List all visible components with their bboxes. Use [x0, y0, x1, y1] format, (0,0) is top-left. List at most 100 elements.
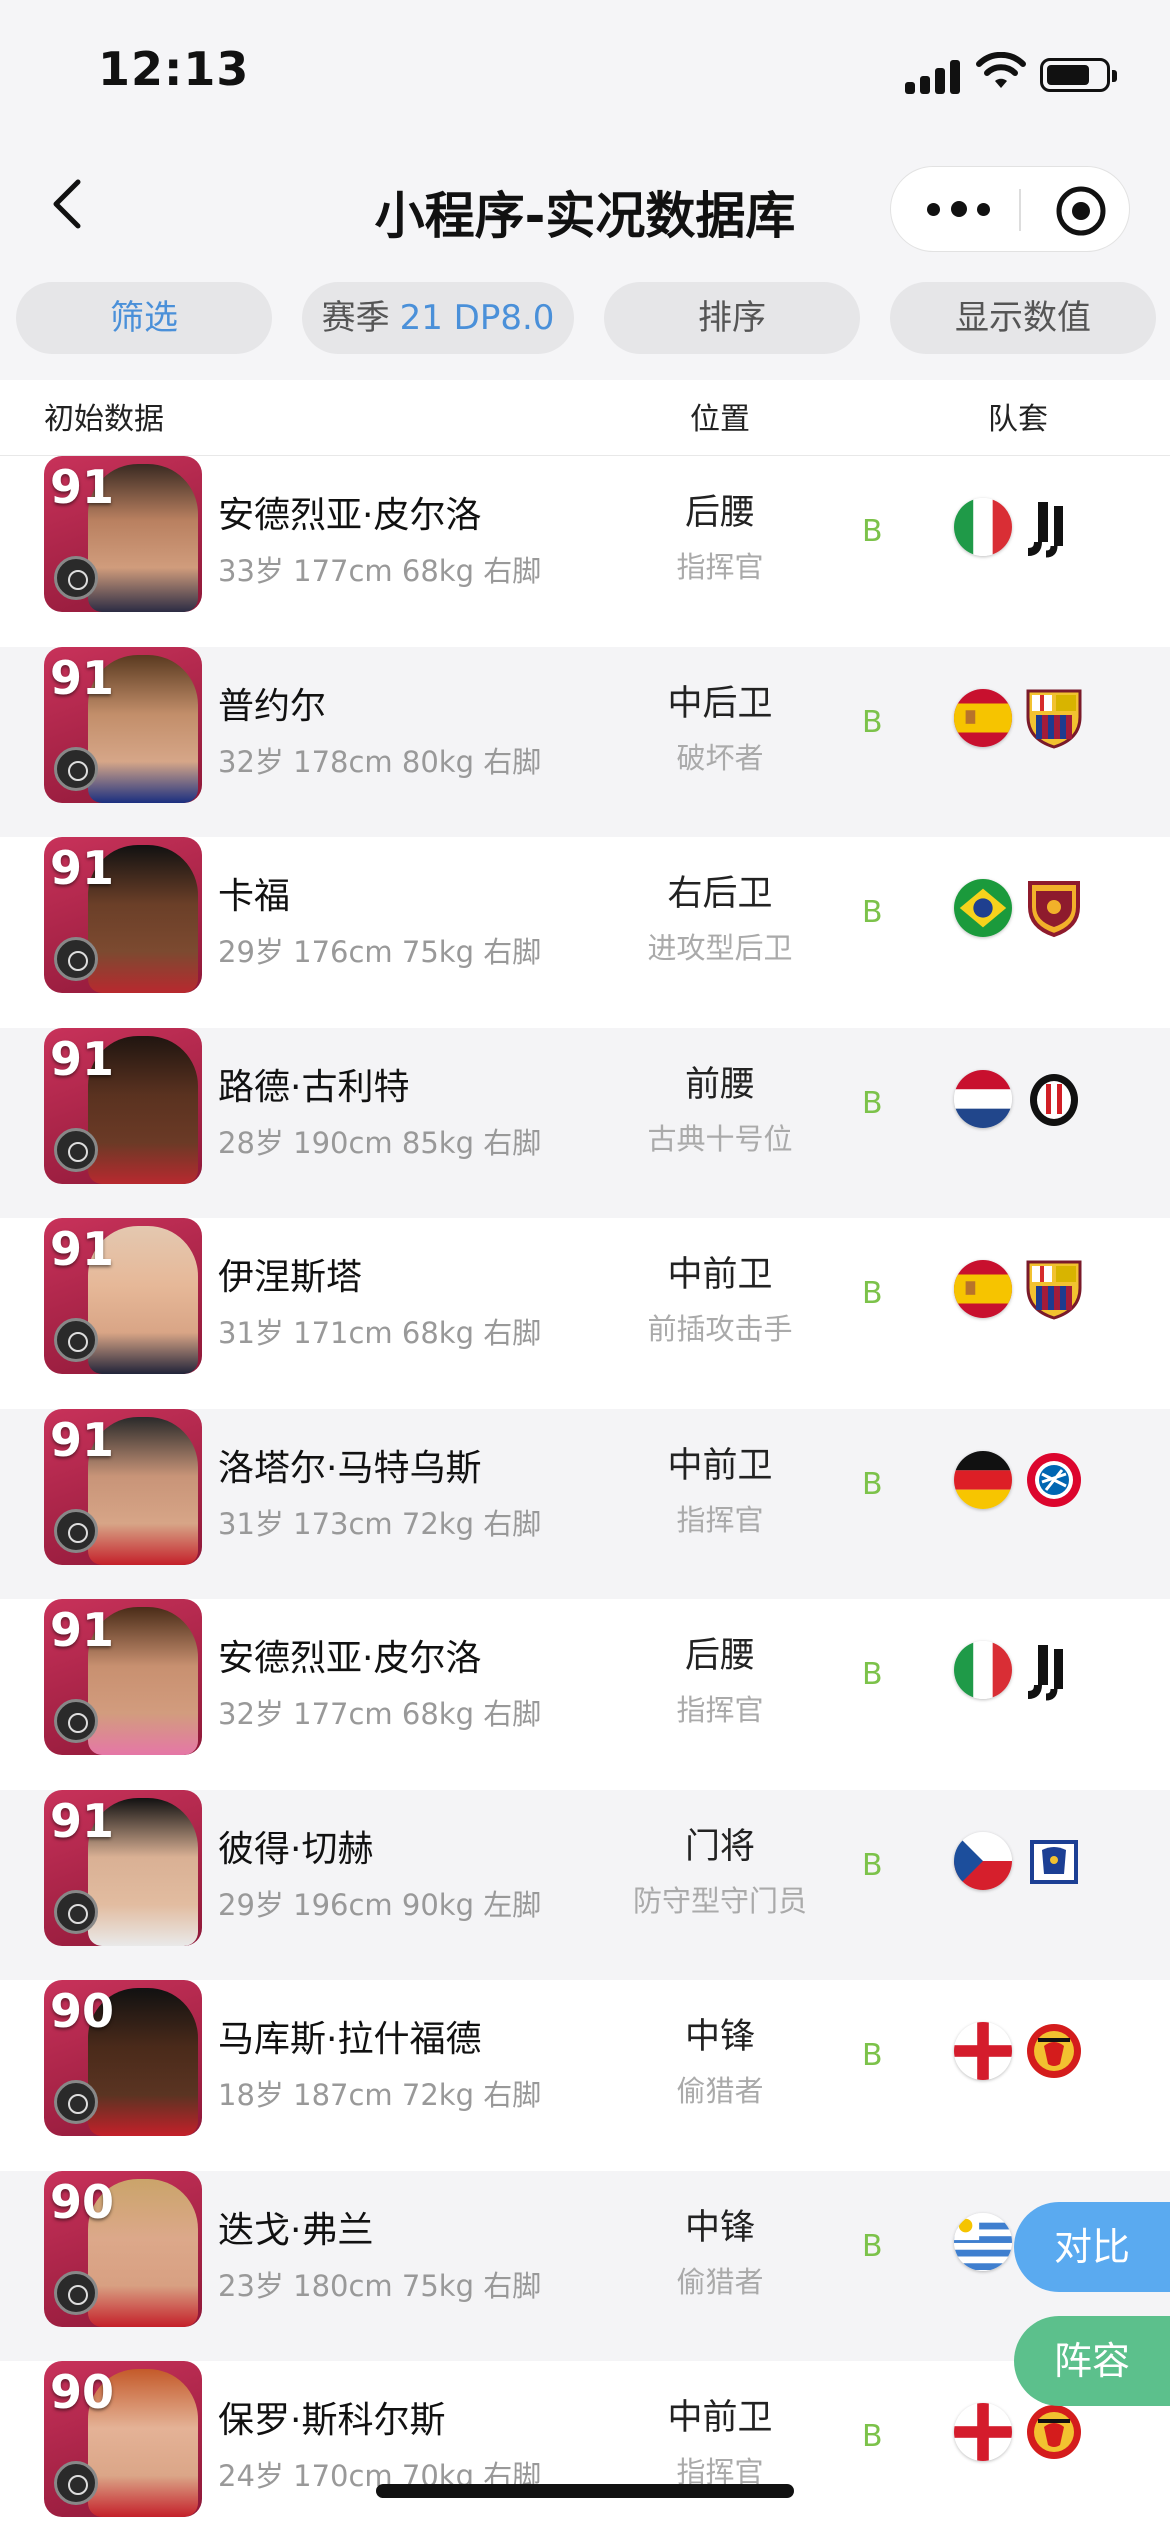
season-label: 赛季	[321, 298, 390, 338]
player-role: 指挥官	[676, 1502, 764, 1537]
player-card: 91	[44, 646, 202, 803]
card-type-badge-icon	[54, 1889, 98, 1934]
player-name: 彼得·切赫	[218, 1828, 374, 1870]
player-position: 中前卫	[667, 1445, 773, 1486]
brazil-flag-icon	[954, 879, 1012, 937]
player-name: 保罗·斯科尔斯	[218, 2400, 446, 2441]
player-rating: 90	[50, 2365, 115, 2419]
player-role: 破坏者	[676, 740, 764, 775]
player-rating: 91	[50, 841, 115, 895]
player-grade: B	[862, 514, 883, 549]
column-header: 初始数据 位置 队套	[0, 380, 1170, 456]
status-bar: 12:13	[0, 0, 1170, 140]
player-info: 23岁 180cm 75kg 右脚	[218, 2268, 542, 2303]
player-grade: B	[862, 704, 883, 740]
season-button[interactable]: 赛季 21 DP8.0	[302, 282, 574, 354]
player-position: 右后卫	[667, 874, 773, 914]
column-position[interactable]: 位置	[690, 394, 750, 438]
card-type-badge-icon	[54, 1127, 98, 1172]
player-row[interactable]: 90 保罗·斯科尔斯 24岁 170cm 70kg 右脚 中前卫 指挥官 B	[0, 2361, 1170, 2532]
player-card: 90	[44, 2361, 202, 2517]
player-position: 中前卫	[667, 1255, 773, 1295]
player-info: 33岁 177cm 68kg 右脚	[218, 554, 542, 588]
player-row[interactable]: 91 洛塔尔·马特乌斯 31岁 173cm 72kg 右脚 中前卫 指挥官 B	[0, 1408, 1170, 1599]
player-name: 马库斯·拉什福德	[218, 2019, 482, 2060]
spain-flag-icon	[954, 688, 1012, 747]
player-rating: 91	[50, 1412, 115, 1467]
player-role: 偷猎者	[676, 2264, 764, 2299]
player-card: 91	[44, 1027, 202, 1184]
player-row[interactable]: 90 马库斯·拉什福德 18岁 187cm 72kg 右脚 中锋 偷猎者 B	[0, 1980, 1170, 2170]
player-name: 迭戈·弗兰	[218, 2209, 374, 2251]
player-card: 91	[44, 1408, 202, 1565]
player-card: 90	[44, 1980, 202, 2136]
miniprogram-capsule	[890, 166, 1130, 252]
italy-flag-icon	[954, 498, 1012, 556]
player-row[interactable]: 91 彼得·切赫 29岁 196cm 90kg 左脚 门将 防守型守门员 B	[0, 1789, 1170, 1980]
player-role: 前插攻击手	[647, 1312, 793, 1346]
man-utd-crest-icon	[1024, 2401, 1084, 2463]
barcelona-crest-icon	[1024, 687, 1084, 749]
player-info: 32岁 178cm 80kg 右脚	[218, 744, 542, 779]
player-name: 安德烈亚·皮尔洛	[218, 1638, 482, 1679]
italy-flag-icon	[954, 1641, 1012, 1699]
player-info: 31岁 173cm 72kg 右脚	[218, 1506, 542, 1541]
player-position: 中锋	[684, 2207, 755, 2248]
netherlands-flag-icon	[954, 1069, 1012, 1128]
more-icon[interactable]	[927, 195, 993, 225]
player-rating: 91	[50, 650, 115, 705]
player-grade: B	[862, 1847, 883, 1883]
player-row[interactable]: 91 伊涅斯塔 31岁 171cm 68kg 右脚 中前卫 前插攻击手 B	[0, 1218, 1170, 1408]
column-initial[interactable]: 初始数据	[44, 394, 164, 438]
status-time: 12:13	[98, 42, 250, 96]
chelsea-crest-icon	[1024, 1830, 1084, 1892]
player-name: 普约尔	[218, 685, 327, 727]
player-row[interactable]: 91 普约尔 32岁 178cm 80kg 右脚 中后卫破坏者 B	[0, 646, 1170, 837]
card-type-badge-icon	[54, 2270, 98, 2315]
player-info: 18岁 187cm 72kg 右脚	[218, 2078, 542, 2112]
player-role: 进攻型后卫	[647, 931, 793, 965]
player-card: 91	[44, 1789, 202, 1946]
filter-button[interactable]: 筛选	[16, 282, 272, 354]
home-indicator	[376, 2484, 794, 2498]
player-grade: B	[862, 1466, 883, 1502]
player-row[interactable]: 91 安德烈亚·皮尔洛 33岁 177cm 68kg 右脚 后腰 指挥官 B	[0, 456, 1170, 646]
display-values-button[interactable]: 显示数值	[890, 282, 1156, 354]
player-card: 91	[44, 1218, 202, 1374]
player-card: 91	[44, 1599, 202, 1755]
close-miniprogram-icon[interactable]	[1055, 185, 1107, 237]
player-card: 91	[44, 837, 202, 993]
player-info: 31岁 171cm 68kg 右脚	[218, 1316, 542, 1350]
uruguay-flag-icon	[954, 2212, 1012, 2271]
battery-icon	[1040, 58, 1117, 92]
player-info: 29岁 196cm 90kg 左脚	[218, 1887, 542, 1922]
compare-button[interactable]: 对比	[1014, 2202, 1170, 2292]
player-role: 指挥官	[676, 550, 764, 584]
player-row[interactable]: 90 迭戈·弗兰 23岁 180cm 75kg 右脚 中锋 偷猎者 B	[0, 2170, 1170, 2361]
bayern-crest-icon	[1024, 1449, 1084, 1511]
juventus-crest-icon	[1024, 1639, 1084, 1701]
player-grade: B	[862, 895, 883, 930]
player-card: 90	[44, 2170, 202, 2327]
filter-bar: 筛选 赛季 21 DP8.0 排序 显示数值	[0, 270, 1170, 380]
player-row[interactable]: 91 路德·古利特 28岁 190cm 85kg 右脚 前腰 古典十号位 B	[0, 1027, 1170, 1218]
player-position: 中后卫	[667, 683, 773, 724]
player-position: 中锋	[684, 2017, 755, 2057]
lineup-button[interactable]: 阵容	[1014, 2316, 1170, 2406]
player-row[interactable]: 91 安德烈亚·皮尔洛 32岁 177cm 68kg 右脚 后腰 指挥官 B	[0, 1599, 1170, 1789]
man-utd-crest-icon	[1024, 2020, 1084, 2082]
england-flag-icon	[954, 2022, 1012, 2080]
juventus-crest-icon	[1024, 496, 1084, 558]
player-position: 前腰	[684, 1064, 755, 1105]
player-row[interactable]: 91 卡福 29岁 176cm 75kg 右脚 右后卫 进攻型后卫 B	[0, 837, 1170, 1027]
card-type-badge-icon	[54, 2461, 98, 2505]
capsule-divider	[1019, 189, 1021, 231]
signal-icon	[905, 58, 961, 94]
player-grade: B	[862, 2038, 883, 2073]
germany-flag-icon	[954, 1450, 1012, 1509]
card-type-badge-icon	[54, 556, 98, 600]
player-rating: 91	[50, 1031, 115, 1086]
sort-button[interactable]: 排序	[604, 282, 860, 354]
nav-bar: 小程序-实况数据库	[0, 140, 1170, 270]
card-type-badge-icon	[54, 1699, 98, 1743]
